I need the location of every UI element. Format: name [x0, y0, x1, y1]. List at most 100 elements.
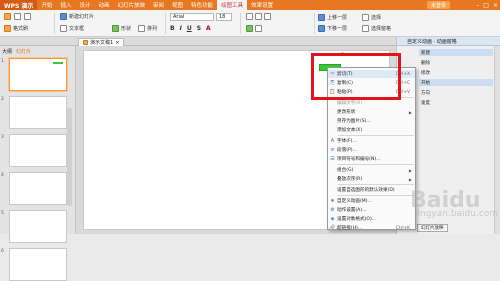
strike-icon[interactable]: S — [197, 25, 201, 32]
pane-side-strip — [494, 46, 500, 234]
pane-row[interactable]: 方向 — [419, 89, 493, 96]
slide-thumbnail[interactable] — [8, 57, 68, 92]
context-menu-item[interactable]: 组合(G) ▶ — [328, 166, 415, 174]
context-menu-label: 项目符号和编号(N)... — [337, 157, 381, 162]
slideshow-button[interactable]: 幻灯片放映 — [417, 224, 448, 232]
pane-row[interactable]: 速度 — [419, 99, 493, 106]
bring-forward-icon — [318, 14, 325, 21]
new-slide-label: 新建幻灯片 — [69, 14, 95, 20]
slide-thumbnail[interactable] — [9, 134, 67, 167]
panel-tab[interactable]: 幻灯片 — [16, 48, 31, 55]
submenu-arrow-icon: ▶ — [408, 176, 412, 182]
context-menu-item[interactable]: 更改形状 ▶ — [328, 108, 415, 116]
slide-thumbnail[interactable] — [9, 210, 67, 243]
send-backward-label: 下移一层 — [327, 26, 348, 32]
format-painter-button[interactable]: 格式刷 — [4, 25, 28, 32]
copy-button[interactable] — [24, 13, 31, 20]
cursor-icon — [362, 14, 369, 21]
pane-row[interactable]: 删除 — [419, 59, 493, 66]
paste-icon — [4, 13, 11, 20]
context-menu-item[interactable]: ★ 自定义动画(M)... — [328, 197, 415, 205]
send-backward-button[interactable]: 下移一层 — [318, 25, 347, 32]
context-menu-item[interactable]: ☰ 项目符号和编号(N)... — [328, 155, 415, 163]
align-right-icon[interactable] — [264, 13, 271, 20]
context-menu-label: 另存为图片(S)... — [337, 119, 371, 124]
slide-number: 4 — [1, 173, 4, 178]
document-tab-label: 演示文稿1 — [90, 40, 114, 46]
slide-thumbnail[interactable] — [9, 96, 67, 129]
slide-thumbnail-panel: 大纲 幻灯片 1 2 3 4 5 6 — [0, 46, 76, 281]
format-painter-label: 格式刷 — [13, 26, 29, 32]
brush-icon — [4, 25, 11, 32]
menu-tab[interactable]: 设计 — [75, 0, 94, 10]
new-slide-button[interactable]: 新建幻灯片 — [60, 13, 94, 20]
panel-tabs: 大纲 幻灯片 — [2, 48, 31, 55]
context-menu-item[interactable]: ≡ 段落(P)... — [328, 146, 415, 154]
context-menu-item[interactable]: 🔗 超链接(H)... Ctrl+K — [328, 224, 415, 232]
menu-tabs: 开始 插入 设计 动画 幻灯片放映 审阅 视图 特色功能 绘图工具 效果设置 — [37, 0, 277, 10]
menu-tab[interactable]: 效果设置 — [247, 0, 277, 10]
menu-tab[interactable]: 视图 — [168, 0, 187, 10]
pane-row[interactable]: 新建 — [419, 49, 493, 56]
pane-row[interactable]: 修改 — [419, 69, 493, 76]
select-pane-button[interactable]: 选择窗格 — [362, 25, 391, 32]
close-icon[interactable]: × — [493, 2, 498, 9]
context-menu-label: 字体(F)... — [337, 139, 357, 144]
shape-button[interactable]: 形状 — [112, 25, 131, 32]
document-tab[interactable]: 演示文稿1 × — [78, 38, 125, 46]
align-left-icon[interactable] — [246, 13, 253, 20]
menu-tab[interactable]: 开始 — [37, 0, 56, 10]
minimize-icon[interactable]: – — [476, 2, 479, 9]
text-box-label: 文本框 — [69, 26, 85, 32]
bold-icon[interactable]: B — [170, 25, 175, 32]
context-menu-item[interactable]: ⚙ 动作设置(A)... — [328, 206, 415, 214]
pane-title: 自定义动画 · 动画窗格 — [397, 37, 500, 46]
slide-thumbnail[interactable] — [9, 248, 67, 281]
context-menu-item[interactable]: ◈ 设置对象格式(O)... — [328, 215, 415, 223]
submenu-arrow-icon: ▶ — [408, 109, 412, 115]
arrange-label: 排列 — [147, 26, 158, 32]
font-color-icon[interactable]: A — [206, 25, 211, 32]
thumbnail-scrollbar[interactable] — [67, 108, 72, 206]
align-center-icon[interactable] — [255, 13, 262, 20]
context-menu-label: 叠放次序(R) — [337, 177, 363, 182]
menu-tab[interactable]: 插入 — [56, 0, 75, 10]
pane-row[interactable]: 开始 — [419, 79, 493, 86]
outline-color-icon[interactable] — [255, 25, 262, 32]
menu-tab[interactable]: 审阅 — [149, 0, 168, 10]
slide-number: 3 — [1, 135, 4, 140]
animation-icon: ★ — [330, 198, 335, 204]
menu-tab[interactable]: 动画 — [94, 0, 113, 10]
cut-button[interactable] — [14, 13, 21, 20]
context-menu-item[interactable]: 叠放次序(R) ▶ — [328, 175, 415, 183]
context-menu-item[interactable]: 添加文本(X) — [328, 126, 415, 134]
context-menu-item[interactable]: 另存为图片(S)... — [328, 117, 415, 125]
context-menu-item[interactable]: A 字体(F)... — [328, 137, 415, 145]
menu-tab[interactable]: 绘图工具 — [217, 0, 248, 10]
context-menu-item[interactable]: 设置自选图形的默认效果(D) — [328, 186, 415, 194]
action-icon: ⚙ — [330, 207, 335, 213]
menu-tab[interactable]: 幻灯片放映 — [114, 0, 150, 10]
user-badge[interactable]: 未登录 — [426, 1, 450, 9]
bring-forward-button[interactable]: 上移一层 — [318, 14, 347, 21]
close-tab-icon[interactable]: × — [115, 40, 119, 46]
paste-button[interactable] — [4, 13, 11, 20]
shape-label: 形状 — [121, 26, 132, 32]
select-button[interactable]: 选择 — [362, 14, 381, 21]
font-size-select[interactable]: 18 — [216, 13, 232, 21]
italic-icon[interactable]: I — [180, 25, 182, 32]
fill-color-icon[interactable] — [246, 25, 253, 32]
maximize-icon[interactable]: □ — [483, 2, 489, 9]
arrange-button[interactable]: 排列 — [138, 25, 157, 32]
underline-icon[interactable]: U — [187, 25, 192, 32]
menu-separator — [338, 184, 414, 185]
slide-thumbnail[interactable] — [9, 172, 67, 205]
menu-tab[interactable]: 特色功能 — [187, 0, 217, 10]
app-menu-button[interactable]: WPS 演示 — [0, 0, 38, 10]
slide-number: 2 — [1, 97, 4, 102]
text-box-button[interactable]: 文本框 — [60, 25, 84, 32]
hyperlink-icon: 🔗 — [329, 225, 336, 231]
context-menu-label: 编辑文字(X) — [337, 101, 363, 106]
panel-tab[interactable]: 大纲 — [2, 48, 12, 55]
font-name-select[interactable]: Arial — [170, 13, 214, 21]
